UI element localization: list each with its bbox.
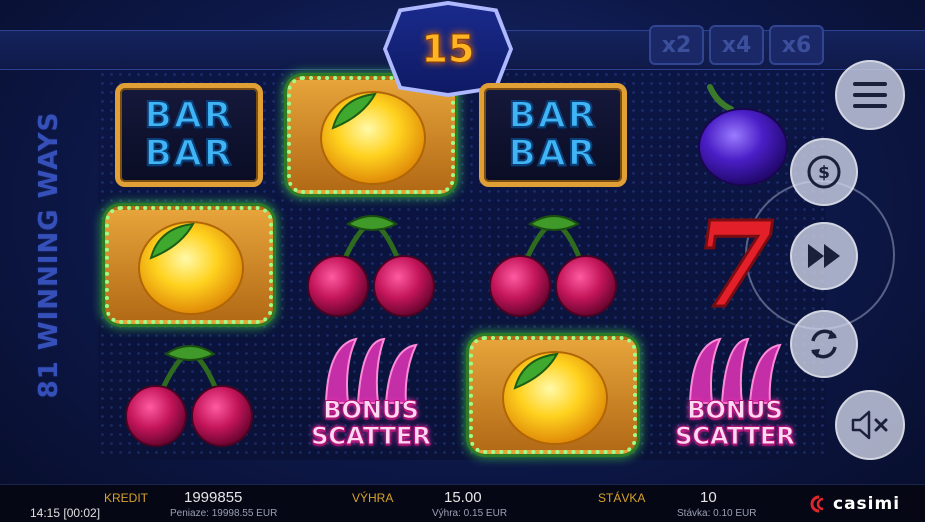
status-bar: 14:15 [00:02] KREDIT 1999855 Peniaze: 19… (0, 484, 925, 522)
brand-name: casimi (833, 494, 901, 514)
clock: 14:15 [00:02] (30, 506, 101, 520)
multiplier-x6: x6 (769, 25, 824, 65)
reel-cell-bonus-scatter: BONUS SCATTER (280, 330, 462, 460)
stavka-sub: Stávka: 0.10 EUR (677, 508, 757, 519)
bonus-text: BONUS (687, 396, 784, 424)
coin-dollar-icon: $ (807, 155, 841, 189)
dollar-text: $ (818, 163, 830, 183)
reel-cell-lemon-win (280, 70, 462, 200)
kredit-value: 1999855 (184, 489, 243, 506)
bar-symbol: BAR BAR (479, 83, 627, 187)
reel-cell-cherry (462, 200, 644, 330)
scatter-wings-icon (324, 337, 418, 404)
cherry-icon (307, 215, 435, 317)
bonus-scatter-symbol: BONUS SCATTER (286, 335, 456, 455)
vyhra-sub: Výhra: 0.15 EUR (432, 508, 508, 519)
bar-symbol: BAR BAR (115, 83, 263, 187)
bonus-scatter-symbol: BONUS SCATTER (650, 335, 820, 455)
reel-cell-plum (644, 70, 826, 200)
winning-ways-label: 81 WINNING WAYS (34, 111, 64, 399)
cherry-icon (489, 215, 617, 317)
multiplier-x4: x4 (709, 25, 764, 65)
reel-cell-lemon-win (462, 330, 644, 460)
multiplier-value: 15 (421, 27, 475, 72)
bar-text: BAR (143, 133, 234, 174)
sound-button[interactable] (835, 390, 905, 460)
reel-cell-bar: BAR BAR (462, 70, 644, 200)
stavka-label: STÁVKA (598, 491, 646, 505)
kredit-label: KREDIT (104, 491, 149, 505)
reel-cell-cherry (98, 330, 280, 460)
bar-text: BAR (507, 133, 598, 174)
fast-forward-icon (808, 244, 840, 268)
lemon-icon (320, 91, 426, 185)
reel-cell-bonus-scatter: BONUS SCATTER (644, 330, 826, 460)
plum-icon (698, 84, 788, 186)
lemon-icon (502, 351, 608, 445)
reel-area: BAR BAR BAR BAR 7 BONUS SCATTER BONUS SC… (98, 70, 826, 460)
bar-text: BAR (143, 95, 234, 136)
lemon-icon (138, 221, 244, 315)
vyhra-label: VÝHRA (352, 491, 394, 505)
mute-icon (851, 410, 888, 440)
spin-button[interactable] (790, 222, 858, 290)
menu-icon (853, 82, 887, 108)
kredit-sub: Peniaze: 19998.55 EUR (170, 508, 278, 519)
scatter-wings-icon (688, 337, 782, 404)
stavka-value: 10 (700, 489, 717, 506)
reel-cell-bar: BAR BAR (98, 70, 280, 200)
seven-symbol: 7 (683, 194, 788, 336)
reel-cell-lemon-win (98, 200, 280, 330)
casimi-logo: casimi (810, 494, 900, 514)
vyhra-value: 15.00 (444, 489, 482, 506)
bonus-text: BONUS (323, 396, 420, 424)
bonus-scatter-text: BONUS SCATTER (286, 396, 456, 450)
multiplier-x2: x2 (649, 25, 704, 65)
cherry-icon (125, 345, 253, 447)
menu-button[interactable] (835, 60, 905, 130)
scatter-text: SCATTER (311, 422, 432, 450)
bar-text: BAR (507, 95, 598, 136)
casimi-logo-icon (810, 495, 824, 513)
reel-cell-cherry (280, 200, 462, 330)
scatter-text: SCATTER (675, 422, 796, 450)
bonus-scatter-text: BONUS SCATTER (650, 396, 820, 450)
